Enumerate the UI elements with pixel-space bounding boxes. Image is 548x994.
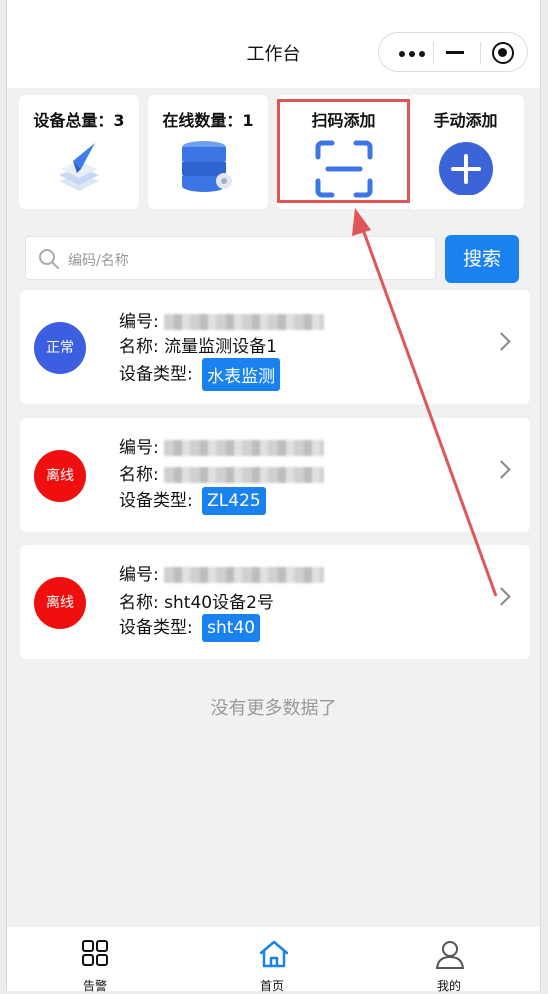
- search-input[interactable]: 编码/名称: [25, 236, 436, 280]
- status-badge: 离线: [34, 577, 86, 629]
- stat-card-manual-add[interactable]: 手动添加: [407, 95, 524, 209]
- search-placeholder: 编码/名称: [68, 253, 129, 269]
- tab-alarm-label: 告警: [82, 979, 107, 993]
- home-icon: [259, 940, 289, 968]
- tab-mine[interactable]: 我的: [389, 927, 509, 993]
- minimize-icon[interactable]: [446, 51, 464, 54]
- mini-program-capsule: [378, 32, 528, 72]
- search-button[interactable]: 搜索: [445, 235, 519, 283]
- plus-circle-icon: [438, 142, 493, 195]
- device-code-row: 编号:: [119, 433, 325, 458]
- navigation-bar: 工作台: [7, 0, 540, 88]
- stat-card-online: 在线数量：1: [148, 95, 268, 209]
- name-label: 名称:: [119, 593, 159, 613]
- capsule-divider: [433, 42, 434, 64]
- redacted-name: [164, 467, 325, 483]
- device-name-row: 名称: 流量监测设备1: [119, 332, 277, 357]
- code-label: 编号:: [119, 565, 159, 585]
- device-type-row: 设备类型: 水表监测: [119, 358, 281, 391]
- chevron-right-icon: [492, 332, 511, 351]
- search-icon: [39, 249, 59, 269]
- manual-add-label: 手动添加: [433, 111, 498, 130]
- redacted-code: [164, 440, 325, 456]
- tab-home-label: 首页: [259, 979, 284, 993]
- stat-total-label: 设备总量：3: [33, 111, 125, 130]
- paper-plane-layers-icon: [59, 143, 99, 191]
- list-end-text: 没有更多数据了: [210, 698, 337, 719]
- device-type-tag: 水表监测: [202, 358, 281, 391]
- device-type-tag: sht40: [202, 614, 261, 642]
- type-label: 设备类型:: [119, 364, 193, 385]
- tab-alarm[interactable]: 告警: [35, 927, 155, 993]
- status-badge: 正常: [34, 322, 86, 374]
- redacted-code: [164, 567, 325, 583]
- scan-add-highlight-box: [277, 99, 410, 203]
- device-type-tag: ZL425: [202, 487, 266, 515]
- type-label: 设备类型:: [119, 491, 193, 511]
- capsule-divider: [480, 42, 481, 64]
- redacted-code: [164, 314, 325, 330]
- stat-card-total: 设备总量：3: [19, 95, 139, 209]
- device-name: 流量监测设备1: [164, 337, 277, 357]
- more-icon[interactable]: [399, 51, 425, 57]
- device-name: sht40设备2号: [164, 593, 274, 613]
- device-item[interactable]: 离线 编号: 名称: sht40设备2号 设备类型: sht40: [20, 545, 530, 659]
- device-code-row: 编号:: [119, 307, 325, 332]
- status-badge: 离线: [34, 450, 86, 502]
- tab-home[interactable]: 首页: [212, 927, 332, 993]
- chevron-right-icon: [492, 587, 511, 606]
- device-code-row: 编号:: [119, 560, 325, 585]
- name-label: 名称:: [119, 337, 159, 357]
- code-label: 编号:: [119, 438, 159, 458]
- device-name-row: 名称: sht40设备2号: [119, 588, 274, 613]
- close-target-icon[interactable]: [492, 42, 514, 64]
- chevron-right-icon: [492, 460, 511, 479]
- app-frame: 工作台 设备总量：3 在线数量：1 扫码添加 手动添加 编码/名称 搜索 正常 …: [6, 0, 541, 993]
- device-type-row: 设备类型: sht40: [119, 613, 261, 642]
- tab-mine-label: 我的: [436, 979, 461, 993]
- grid-icon: [82, 940, 108, 966]
- type-label: 设备类型:: [119, 618, 193, 638]
- database-gear-icon: [182, 141, 232, 192]
- code-label: 编号:: [119, 312, 159, 332]
- device-type-row: 设备类型: ZL425: [119, 486, 266, 515]
- name-label: 名称:: [119, 465, 159, 485]
- stat-online-label: 在线数量：1: [162, 111, 254, 130]
- user-icon: [435, 941, 465, 969]
- device-item[interactable]: 正常 编号: 名称: 流量监测设备1 设备类型: 水表监测: [20, 290, 530, 404]
- device-name-row: 名称:: [119, 460, 325, 485]
- device-item[interactable]: 离线 编号: 名称: 设备类型: ZL425: [20, 418, 530, 532]
- tab-bar: 告警 首页 我的: [7, 927, 540, 993]
